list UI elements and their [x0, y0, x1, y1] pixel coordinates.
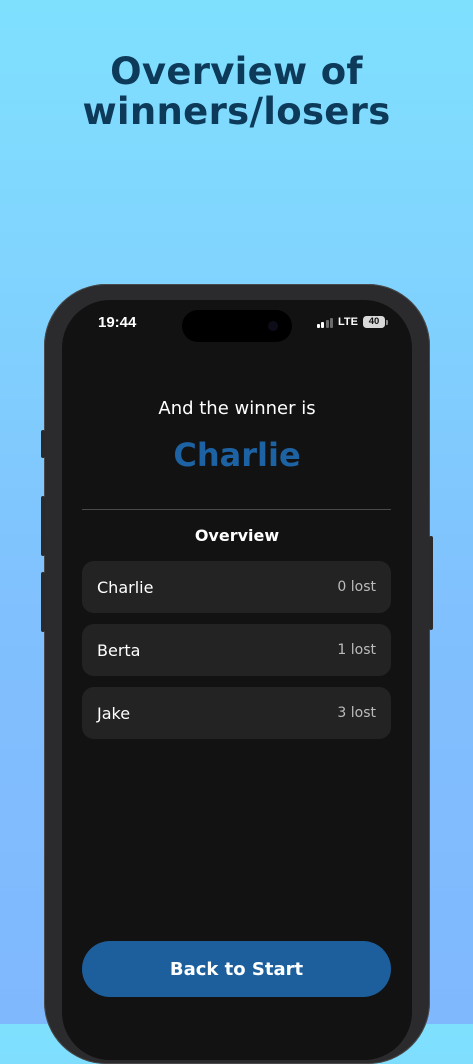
phone-power-button	[429, 536, 433, 630]
dynamic-island	[182, 310, 292, 342]
battery-icon: 40	[363, 316, 388, 328]
player-results-list: Charlie 0 lost Berta 1 lost Jake 3 lost	[82, 561, 391, 739]
phone-screen: 19:44 LTE 40 And the winner is Charlie O…	[62, 300, 412, 1060]
status-time: 19:44	[98, 314, 137, 331]
marketing-headline: Overview of winners/losers	[0, 52, 473, 132]
winner-intro-text: And the winner is	[158, 398, 316, 419]
phone-volume-up-button	[41, 496, 45, 556]
player-row-jake: Jake 3 lost	[82, 687, 391, 739]
network-type: LTE	[338, 316, 358, 328]
player-name: Charlie	[97, 577, 154, 597]
back-to-start-button[interactable]: Back to Start	[82, 941, 391, 997]
headline-line-1: Overview of	[110, 50, 363, 93]
phone-action-button	[41, 430, 45, 458]
camera-icon	[268, 321, 278, 331]
player-name: Berta	[97, 640, 141, 660]
signal-icon	[316, 317, 334, 328]
player-lost-count: 3 lost	[337, 705, 376, 721]
player-lost-count: 1 lost	[337, 642, 376, 658]
player-lost-count: 0 lost	[337, 579, 376, 595]
player-row-charlie: Charlie 0 lost	[82, 561, 391, 613]
headline-line-2: winners/losers	[82, 90, 391, 133]
player-name: Jake	[97, 703, 131, 723]
overview-heading: Overview	[194, 526, 280, 545]
phone-volume-down-button	[41, 572, 45, 632]
battery-level: 40	[363, 316, 385, 328]
status-indicators: LTE 40	[316, 316, 388, 328]
player-row-berta: Berta 1 lost	[82, 624, 391, 676]
winner-name: Charlie	[173, 436, 301, 474]
divider	[82, 509, 391, 510]
